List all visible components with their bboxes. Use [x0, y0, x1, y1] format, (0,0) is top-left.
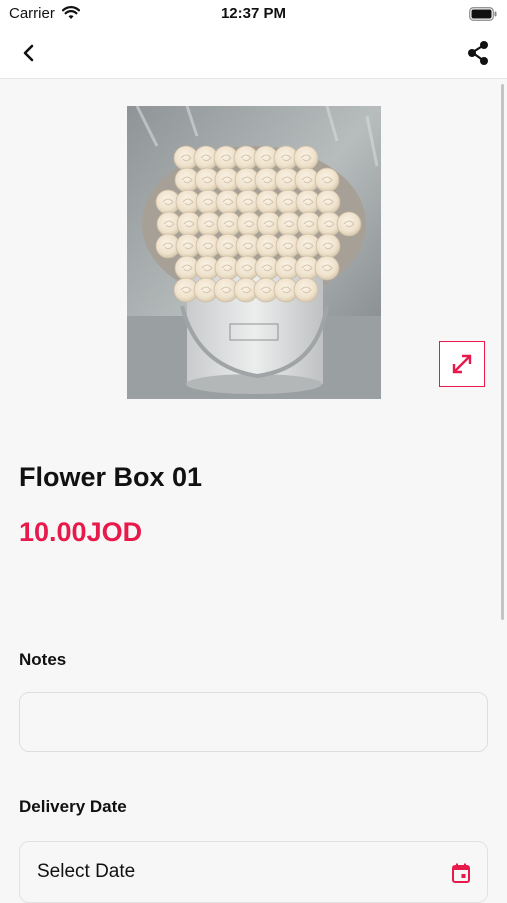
chevron-left-icon [23, 44, 34, 62]
product-image [127, 106, 381, 399]
product-title: Flower Box 01 [19, 462, 203, 492]
clock-time: 12:37 PM [220, 5, 287, 22]
share-icon [468, 41, 488, 65]
product-price: 10.00JOD [19, 517, 143, 547]
expand-image-button[interactable] [439, 341, 485, 387]
back-button[interactable] [14, 38, 46, 68]
notes-label: Notes [19, 650, 67, 669]
delivery-date-label: Delivery Date [19, 797, 127, 816]
notes-input[interactable] [19, 692, 488, 752]
share-button[interactable] [463, 38, 495, 68]
calendar-icon [451, 862, 471, 889]
date-placeholder: Select Date [37, 861, 136, 882]
battery-icon [469, 7, 497, 26]
status-bar: Carrier 12:37 PM [0, 0, 507, 28]
delivery-date-picker[interactable]: Select Date [19, 841, 488, 903]
navigation-bar [0, 28, 507, 79]
scroll-indicator[interactable] [501, 84, 504, 620]
expand-icon [452, 354, 472, 374]
